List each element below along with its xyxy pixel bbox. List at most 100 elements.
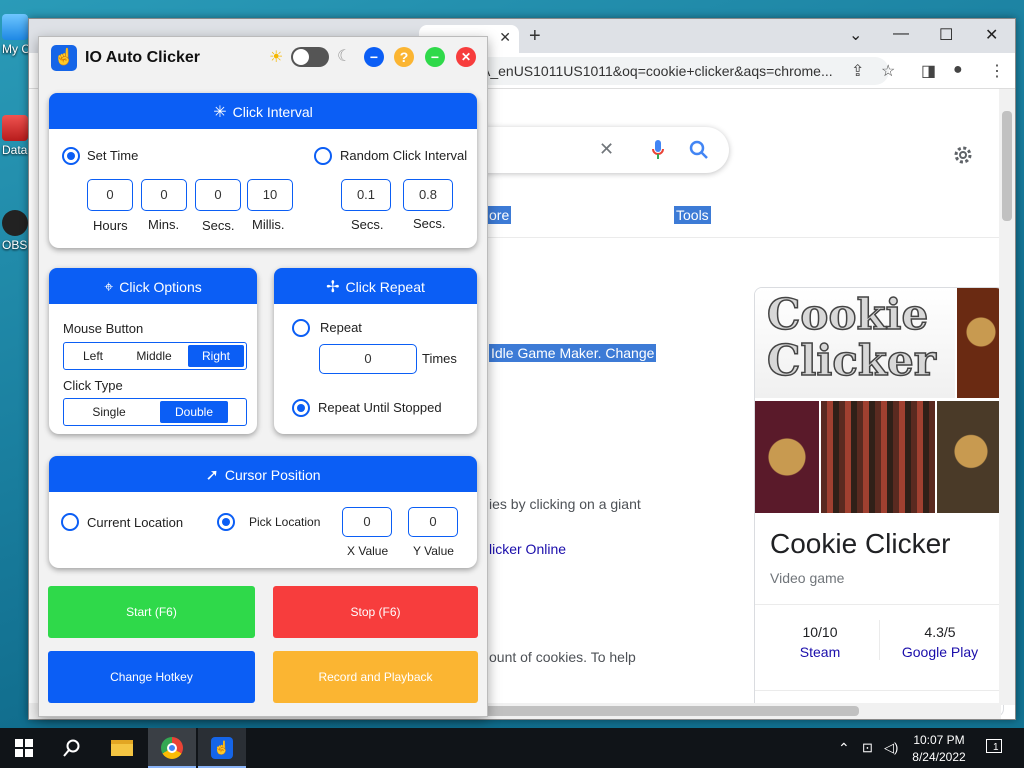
snippet-text: ies by clicking on a giant	[489, 496, 641, 512]
profile-icon[interactable]: ●	[953, 61, 963, 79]
screenshot-image[interactable]	[821, 401, 935, 513]
search-icon	[63, 739, 80, 757]
record-playback-button[interactable]: Record and Playback	[273, 651, 478, 703]
tab-tools[interactable]: Tools	[674, 206, 711, 224]
cookie-clicker-logo-image[interactable]: Cookie Clicker	[755, 288, 955, 398]
click-options-header: ⌖ Click Options	[49, 268, 257, 304]
tab-more-highlighted[interactable]: ore	[487, 206, 512, 224]
kp-subtitle: Video game	[770, 570, 845, 586]
minutes-input[interactable]: 0	[141, 179, 187, 211]
tray-chevron-icon[interactable]: ⌃	[838, 728, 850, 768]
rating-steam[interactable]: 10/10 Steam	[765, 624, 875, 660]
maximize-button[interactable]: −	[425, 47, 445, 67]
screenshot-image[interactable]	[755, 401, 819, 513]
database-icon	[2, 115, 28, 141]
mic-icon[interactable]	[651, 139, 665, 161]
clock[interactable]: 10:07 PM 8/24/2022	[908, 728, 970, 768]
search-taskbar-button[interactable]	[48, 728, 96, 768]
change-hotkey-button[interactable]: Change Hotkey	[48, 651, 255, 703]
random-min-label: Secs.	[351, 217, 384, 232]
random-interval-label: Random Click Interval	[340, 148, 468, 163]
stop-button[interactable]: Stop (F6)	[273, 586, 478, 638]
mouse-left-option[interactable]: Left	[66, 345, 120, 367]
click-single-option[interactable]: Single	[66, 401, 152, 423]
repeat-until-stopped-radio[interactable]	[292, 399, 310, 417]
snippet-highlight: Idle Game Maker. Change	[489, 344, 657, 362]
app-title: IO Auto Clicker	[85, 49, 200, 66]
desktop-icon-label: OBS	[2, 238, 28, 252]
vertical-scrollbar[interactable]	[999, 89, 1015, 705]
gear-icon[interactable]	[951, 143, 975, 167]
hours-input[interactable]: 0	[87, 179, 133, 211]
tab-close-icon[interactable]: ✕	[499, 29, 511, 46]
logo-line-2: Clicker	[766, 336, 936, 385]
mouse-button-selector: Left Middle Right	[63, 342, 247, 370]
io-auto-clicker-taskbar-button[interactable]: ☝	[198, 728, 246, 768]
repeat-radio[interactable]	[292, 319, 310, 337]
app-logo-icon: ☝	[211, 737, 233, 759]
random-interval-radio[interactable]	[314, 147, 332, 165]
bookmark-star-icon[interactable]: ☆	[881, 61, 895, 81]
search-icon[interactable]	[689, 140, 709, 160]
rating-source[interactable]: Steam	[765, 644, 875, 660]
panel-title: Click Options	[119, 279, 202, 295]
start-button[interactable]: Start (F6)	[48, 586, 255, 638]
rating-google-play[interactable]: 4.3/5 Google Play	[885, 624, 995, 660]
click-double-option[interactable]: Double	[160, 401, 228, 423]
clear-search-icon[interactable]: ✕	[599, 139, 614, 160]
file-explorer-button[interactable]	[98, 728, 146, 768]
random-min-input[interactable]: 0.1	[341, 179, 391, 211]
minimize-button[interactable]: −	[364, 47, 384, 67]
milliseconds-input[interactable]: 10	[247, 179, 293, 211]
cursor-position-panel: ➚ Cursor Position Current Location Pick L…	[49, 456, 477, 568]
result-link[interactable]: licker Online	[489, 541, 566, 557]
click-options-panel: ⌖ Click Options Mouse Button Left Middle …	[49, 268, 257, 434]
network-icon[interactable]: ⊡	[862, 728, 873, 768]
notifications-button[interactable]: 1	[982, 728, 1006, 768]
tab-search-icon[interactable]: ⌄	[849, 25, 862, 45]
repeat-cursor-icon: ✢	[326, 279, 340, 296]
sidepanel-icon[interactable]: ◨	[921, 61, 936, 81]
chrome-taskbar-button[interactable]	[148, 728, 196, 768]
snippet-text: ount of cookies. To help	[489, 649, 636, 665]
menu-icon[interactable]: ⋮	[989, 61, 1005, 81]
kp-title: Cookie Clicker	[770, 528, 951, 559]
current-location-radio[interactable]	[61, 513, 79, 531]
random-max-input[interactable]: 0.8	[403, 179, 453, 211]
seconds-input[interactable]: 0	[195, 179, 241, 211]
search-box[interactable]: ✕	[469, 127, 729, 173]
scrollbar-thumb[interactable]	[1002, 111, 1012, 221]
start-menu-button[interactable]	[0, 728, 48, 768]
click-interval-header: ✳ Click Interval	[49, 93, 477, 129]
screenshot-image[interactable]	[937, 401, 1003, 513]
pick-location-radio[interactable]	[217, 513, 235, 531]
maximize-window-button[interactable]: ☐	[939, 25, 953, 45]
repeat-count-input[interactable]: 0	[319, 344, 417, 374]
new-tab-button[interactable]: +	[529, 25, 541, 48]
time: 10:07 PM	[913, 733, 965, 747]
y-value-input[interactable]: 0	[408, 507, 458, 537]
set-time-radio[interactable]	[62, 147, 80, 165]
rating-source[interactable]: Google Play	[885, 644, 995, 660]
volume-icon[interactable]: ◁)	[884, 728, 898, 768]
cookie-image[interactable]	[957, 288, 1003, 398]
address-bar[interactable]: A_enUS1011US1011&oq=cookie+clicker&aqs=c…	[469, 57, 889, 85]
x-value-input[interactable]: 0	[342, 507, 392, 537]
minimize-window-button[interactable]: —	[893, 25, 909, 43]
mouse-right-option[interactable]: Right	[188, 345, 244, 367]
taskbar: ☝ ⌃ ⊡ ◁) 10:07 PM 8/24/2022 1	[0, 728, 1024, 768]
close-window-button[interactable]: ✕	[985, 25, 998, 45]
share-icon[interactable]: ⇪	[851, 61, 864, 81]
title-bar[interactable]: ☝ IO Auto Clicker ☀ ☾ − ? − ✕	[39, 37, 487, 79]
rating-value: 4.3/5	[924, 624, 956, 640]
mouse-middle-option[interactable]: Middle	[124, 345, 184, 367]
moon-icon: ☾	[337, 48, 352, 65]
current-location-label: Current Location	[87, 515, 184, 530]
cursor-position-icon: ➚	[205, 467, 219, 484]
theme-toggle[interactable]	[291, 47, 329, 67]
y-value-label: Y Value	[413, 544, 454, 558]
click-options-icon: ⌖	[104, 279, 114, 296]
close-button[interactable]: ✕	[456, 47, 476, 67]
click-repeat-panel: ✢ Click Repeat Repeat 0 Times Repeat Unti…	[274, 268, 477, 434]
help-button[interactable]: ?	[394, 47, 414, 67]
